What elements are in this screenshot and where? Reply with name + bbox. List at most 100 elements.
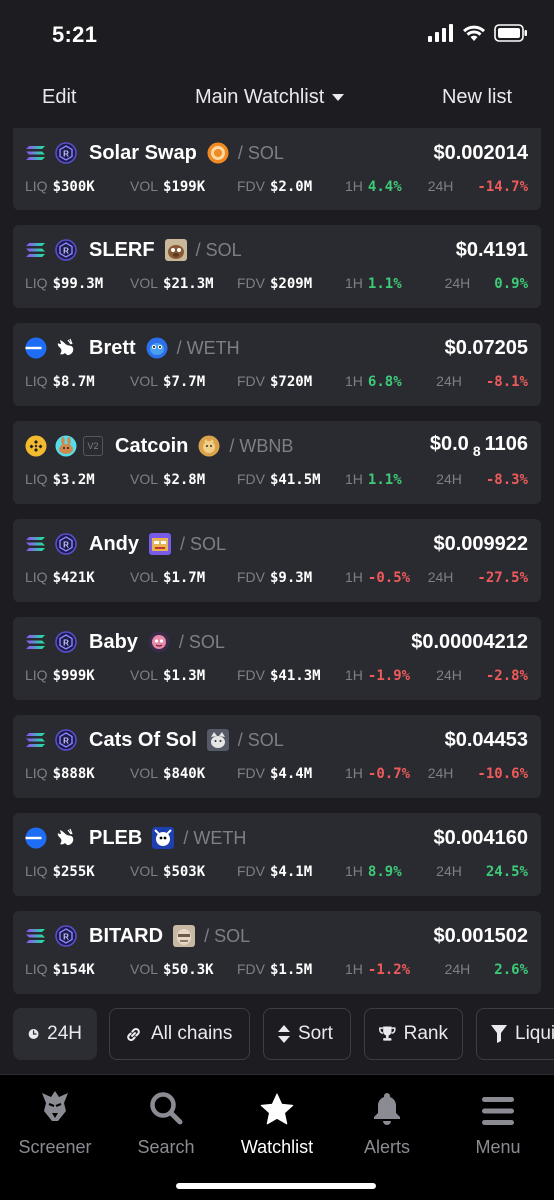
token-row[interactable]: R Solar Swap / SOL $0.002014 LIQ $300K VOL $199… [13, 128, 541, 210]
price-prefix: $0.0 [429, 433, 469, 455]
fdv-value: $1.5M [270, 962, 313, 978]
tab-menu-label: Menu [475, 1137, 521, 1157]
bitard-logo-icon [173, 925, 196, 947]
fdv-metric: FDV $4.1M [237, 863, 312, 880]
vol-value: $503K [163, 864, 206, 880]
h1-metric: 1H -1.2% [345, 961, 410, 978]
h1-value: 4.4% [367, 179, 402, 195]
timeframe-label: 24H [47, 1023, 82, 1044]
token-row[interactable]: R Andy / SOL $0.009922 LIQ $421K VOL $1.7M FDV $9… [13, 519, 541, 602]
tab-menu[interactable]: Menu [443, 1087, 553, 1158]
h1-label: 1H [345, 275, 363, 291]
liq-metric: LIQ $421K [25, 569, 95, 586]
token-header: R Solar Swap / SOL $0.002014 [25, 140, 528, 166]
tab-alerts[interactable]: Alerts [332, 1087, 442, 1158]
h1-label: 1H [345, 373, 363, 389]
token-name: Solar Swap [89, 141, 197, 164]
fdv-value: $720M [270, 374, 313, 390]
tab-watchlist[interactable]: Watchlist [222, 1087, 332, 1158]
vol-value: $199K [163, 179, 206, 195]
link-icon [127, 1027, 140, 1041]
liq-value: $999K [52, 668, 95, 684]
h24-value: -8.3% [485, 472, 528, 488]
raydium-icon: R [55, 631, 77, 653]
h24-value: -2.8% [485, 668, 528, 684]
rank-chip[interactable]: Rank [364, 1008, 463, 1060]
all-chains-chip[interactable]: All chains [109, 1008, 250, 1060]
vol-label: VOL [130, 569, 159, 585]
raydium-icon: R [55, 239, 77, 261]
token-price: $0.04453 [444, 728, 528, 751]
fdv-value: $41.3M [270, 668, 321, 684]
token-name: BITARD [89, 924, 164, 947]
battery-icon [494, 24, 527, 42]
vol-value: $1.7M [163, 570, 206, 586]
svg-text:R: R [63, 639, 69, 648]
h24-label: 24H [436, 667, 462, 683]
quote-pair: / SOL [204, 925, 251, 946]
token-price: $0.00004212 [411, 630, 528, 653]
fdv-metric: FDV $41.5M [237, 471, 321, 488]
vol-value: $840K [163, 766, 206, 782]
token-metrics: LIQ $255K VOL $503K FDV $4.1M 1H 8.9% 24H 24.5% [25, 863, 528, 881]
token-name: SLERF [89, 238, 155, 261]
h1-metric: 1H 6.8% [345, 373, 402, 390]
uniswap-icon [55, 337, 77, 359]
status-time: 5:21 [52, 22, 98, 47]
all-chains-label: All chains [151, 1023, 233, 1044]
vol-metric: VOL $199K [130, 178, 205, 195]
token-name: Cats Of Sol [89, 728, 197, 751]
cats-of-sol-logo-icon [206, 729, 229, 751]
base-icon [25, 337, 47, 359]
edit-button[interactable]: Edit [42, 86, 76, 109]
fdv-metric: FDV $2.0M [237, 178, 312, 195]
fdv-metric: FDV $9.3M [237, 569, 312, 586]
fdv-label: FDV [237, 765, 265, 781]
tab-screener[interactable]: Screener [0, 1087, 110, 1158]
fdv-label: FDV [237, 471, 265, 487]
token-metrics: LIQ $300K VOL $199K FDV $2.0M 1H 4.4% 24H -14.7% [25, 178, 528, 196]
vol-label: VOL [130, 178, 159, 194]
new-list-button[interactable]: New list [442, 86, 512, 109]
vol-label: VOL [130, 373, 159, 389]
liq-value: $255K [52, 864, 95, 880]
timeframe-chip[interactable]: 24H [13, 1008, 97, 1060]
fdv-label: FDV [237, 275, 265, 291]
version-badge: V2 [83, 436, 103, 456]
fdv-value: $41.5M [270, 472, 321, 488]
token-row[interactable]: Brett / WETH $0.07205 LIQ $8.7M VOL $7.7M FDV $7… [13, 323, 541, 406]
liq-metric: LIQ $3.2M [25, 471, 95, 488]
sort-chip[interactable]: Sort [263, 1008, 351, 1060]
token-row[interactable]: R SLERF / SOL $0.4191 LIQ $99.3M VOL $21.3M FDV $… [13, 225, 541, 308]
watchlist-title: Main Watchlist [195, 86, 325, 108]
vol-label: VOL [130, 471, 159, 487]
h1-metric: 1H 8.9% [345, 863, 402, 880]
token-row[interactable]: R Baby / SOL $0.00004212 LIQ $999K VOL $1.3M FDV… [13, 617, 541, 700]
liq-metric: LIQ $8.7M [25, 373, 95, 390]
token-price: $0.07205 [444, 336, 528, 359]
watchlist-selector[interactable]: Main Watchlist [195, 86, 345, 109]
token-row[interactable]: PLEB / WETH $0.004160 LIQ $255K VOL $503K FDV $4… [13, 813, 541, 896]
token-row[interactable]: V2 Catcoin / WBNB $0.0 8 1106 LIQ $3.2M VOL $2.8M… [13, 421, 541, 504]
vol-metric: VOL $7.7M [130, 373, 205, 390]
liquidity-chip[interactable]: Liqui [476, 1008, 554, 1060]
h24-label: 24H [436, 471, 462, 487]
token-price: $0.4191 [455, 238, 528, 261]
tab-search[interactable]: Search [111, 1087, 221, 1158]
h24-value: 0.9% [494, 276, 528, 292]
token-price: $0.001502 [433, 924, 528, 947]
raydium-icon: R [55, 729, 77, 751]
sort-icon [278, 1025, 290, 1043]
token-name: Catcoin [115, 434, 189, 457]
fdv-label: FDV [237, 863, 265, 879]
solana-icon [25, 729, 47, 751]
token-price: $0.004160 [433, 826, 528, 849]
h1-label: 1H [345, 765, 363, 781]
token-row[interactable]: R BITARD / SOL $0.001502 LIQ $154K VOL $50.3K FD… [13, 911, 541, 994]
fdv-metric: FDV $720M [237, 373, 312, 390]
h1-value: 1.1% [367, 472, 402, 488]
liq-value: $300K [52, 179, 95, 195]
liq-value: $3.2M [52, 472, 95, 488]
token-row[interactable]: R Cats Of Sol / SOL $0.04453 LIQ $888K VOL $840… [13, 715, 541, 798]
h24-label: 24H [436, 373, 462, 389]
